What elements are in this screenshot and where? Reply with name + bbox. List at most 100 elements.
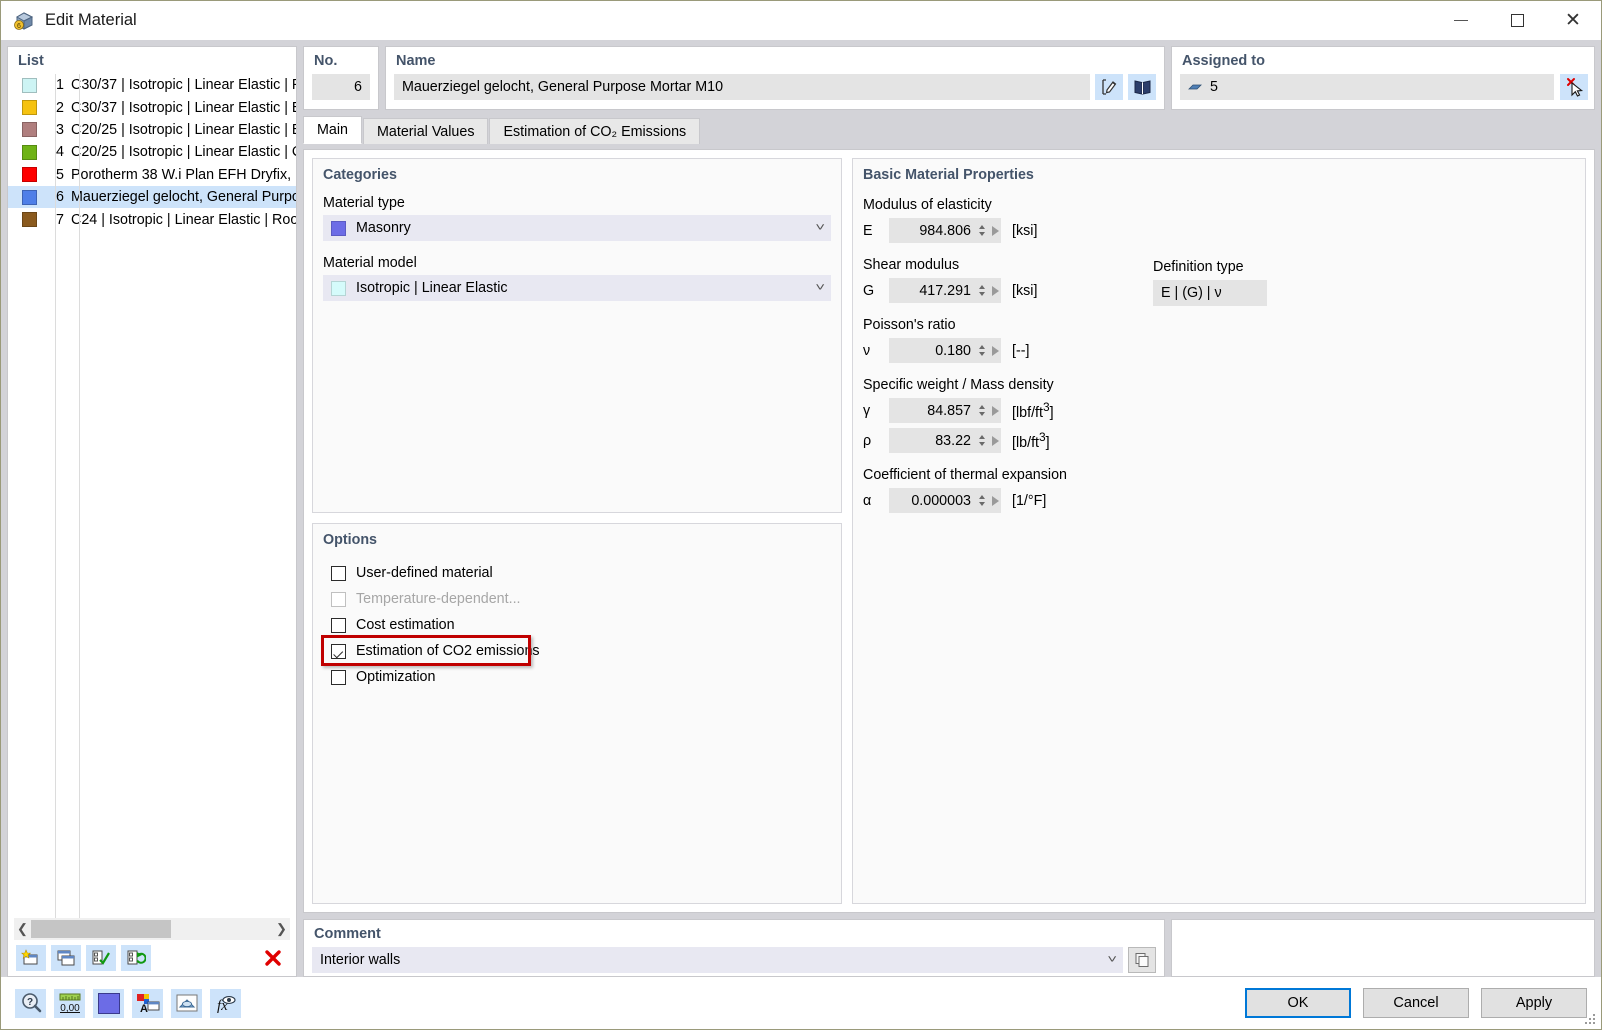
spinner-arrows-icon[interactable] bbox=[977, 345, 987, 356]
tab-material-values[interactable]: Material Values bbox=[363, 118, 489, 144]
scrollbar-thumb[interactable] bbox=[31, 920, 171, 938]
checkbox-unchecked-icon[interactable] bbox=[331, 617, 346, 633]
material-type-select[interactable]: Masonry ˅ bbox=[323, 215, 831, 241]
color-swatch-icon bbox=[97, 992, 120, 1014]
value: 0.180 bbox=[935, 342, 971, 359]
new-material-button[interactable] bbox=[16, 945, 46, 971]
color-button[interactable] bbox=[93, 988, 124, 1018]
tab-panel-main: Categories Material type Masonry ˅ Mater… bbox=[303, 149, 1595, 913]
modulus-of-elasticity-input[interactable]: 984.806 bbox=[889, 218, 1001, 243]
property-row-rho: ρ 83.22 [lb/ft3] bbox=[863, 428, 1575, 453]
mass-density-input[interactable]: 83.22 bbox=[889, 428, 1001, 453]
scrollbar-track[interactable] bbox=[31, 920, 273, 938]
spinner-arrows-icon[interactable] bbox=[977, 435, 987, 446]
properties-title: Basic Material Properties bbox=[863, 167, 1034, 183]
categories-title: Categories bbox=[323, 167, 397, 183]
list-item[interactable]: 2 C30/37 | Isotropic | Linear Elastic | … bbox=[8, 96, 296, 118]
list-item[interactable]: 5 Porotherm 38 W.i Plan EFH Dryfix, Maso… bbox=[8, 164, 296, 186]
list-item-number: 6 bbox=[56, 189, 64, 206]
list-item[interactable]: 3 C20/25 | Isotropic | Linear Elastic | … bbox=[8, 119, 296, 141]
edit-name-button[interactable] bbox=[1095, 74, 1123, 100]
option-estimation-of-co2-emissions[interactable]: Estimation of CO2 emissions bbox=[321, 635, 831, 666]
assigned-value-field[interactable]: 5 bbox=[1180, 74, 1554, 100]
spinner-arrows-icon[interactable] bbox=[977, 285, 987, 296]
name-input[interactable]: Mauerziegel gelocht, General Purpose Mor… bbox=[394, 74, 1090, 100]
material-type-value: Masonry bbox=[356, 220, 411, 236]
name-panel: Name Mauerziegel gelocht, General Purpos… bbox=[385, 46, 1165, 110]
surface-icon bbox=[1188, 82, 1202, 93]
refresh-selection-button[interactable] bbox=[121, 945, 151, 971]
expand-arrow-icon[interactable] bbox=[992, 225, 999, 236]
assigned-delete-button[interactable] bbox=[1560, 74, 1588, 100]
cancel-button[interactable]: Cancel bbox=[1363, 988, 1469, 1018]
expand-arrow-icon[interactable] bbox=[992, 435, 999, 446]
visibility-button[interactable] bbox=[171, 988, 202, 1018]
visibility-icon bbox=[176, 994, 197, 1011]
no-value-field[interactable]: 6 bbox=[312, 74, 370, 100]
help-button[interactable]: ? bbox=[15, 988, 46, 1018]
chevron-down-icon: ˅ bbox=[814, 282, 825, 294]
maximize-button[interactable] bbox=[1489, 1, 1545, 40]
material-model-select[interactable]: Isotropic | Linear Elastic ˅ bbox=[323, 275, 831, 301]
apply-button[interactable]: Apply bbox=[1481, 988, 1587, 1018]
expand-arrow-icon[interactable] bbox=[992, 345, 999, 356]
expand-arrow-icon[interactable] bbox=[992, 405, 999, 416]
spinner-arrows-icon[interactable] bbox=[977, 225, 987, 236]
tab-estimation-of-co2-emissions[interactable]: Estimation of CO₂ Emissions bbox=[489, 118, 701, 144]
comment-copy-button[interactable] bbox=[1128, 947, 1156, 973]
unit-ksi: [ksi] bbox=[1012, 222, 1038, 239]
value: 84.857 bbox=[927, 402, 971, 419]
list-item[interactable]: 7 C24 | Isotropic | Linear Elastic | Roo… bbox=[8, 208, 296, 230]
spinner-arrows-icon[interactable] bbox=[977, 405, 987, 416]
checkbox-unchecked-icon[interactable] bbox=[331, 669, 346, 685]
expand-arrow-icon[interactable] bbox=[992, 495, 999, 506]
ok-button[interactable]: OK bbox=[1245, 988, 1351, 1018]
svg-text:?: ? bbox=[26, 997, 32, 1008]
poissons-ratio-input[interactable]: 0.180 bbox=[889, 338, 1001, 363]
option-optimization[interactable]: Optimization bbox=[323, 664, 831, 690]
list-horizontal-scrollbar[interactable]: ❮ ❯ bbox=[14, 918, 290, 940]
spinner-arrows-icon[interactable] bbox=[977, 495, 987, 506]
list-item[interactable]: 4 C20/25 | Isotropic | Linear Elastic | … bbox=[8, 141, 296, 163]
list-item-selected[interactable]: 6 Mauerziegel gelocht, General Purpose M… bbox=[8, 185, 296, 209]
thermal-expansion-input[interactable]: 0.000003 bbox=[889, 488, 1001, 513]
list-item-number: 7 bbox=[56, 211, 64, 228]
copy-material-button[interactable] bbox=[51, 945, 81, 971]
expand-arrow-icon[interactable] bbox=[992, 285, 999, 296]
comment-select[interactable]: Interior walls ˅ bbox=[312, 947, 1123, 973]
material-library-button[interactable] bbox=[1128, 74, 1156, 100]
checkbox-checked-icon[interactable] bbox=[331, 643, 346, 659]
material-color-swatch bbox=[22, 77, 37, 93]
minimize-button[interactable] bbox=[1433, 1, 1489, 40]
specific-weight-input[interactable]: 84.857 bbox=[889, 398, 1001, 423]
tab-main[interactable]: Main bbox=[303, 116, 362, 144]
option-cost-estimation[interactable]: Cost estimation bbox=[323, 612, 831, 638]
checklist-check-icon bbox=[92, 950, 110, 965]
header-row: No. 6 Name Mauerziegel gelocht, General … bbox=[303, 46, 1595, 110]
definition-type-value[interactable]: E | (G) | ν bbox=[1153, 280, 1267, 306]
material-list[interactable]: 1 C30/37 | Isotropic | Linear Elastic | … bbox=[8, 74, 296, 918]
delete-material-button[interactable] bbox=[258, 945, 288, 971]
option-label: User-defined material bbox=[356, 565, 493, 581]
close-button[interactable]: ✕ bbox=[1545, 1, 1601, 40]
display-properties-button[interactable]: A bbox=[132, 988, 163, 1018]
coefficient-of-thermal-expansion-label: Coefficient of thermal expansion bbox=[863, 467, 1067, 483]
shear-modulus-input[interactable]: 417.291 bbox=[889, 278, 1001, 303]
options-group: Options User-defined material Temperatur… bbox=[312, 523, 842, 904]
material-model-value: Isotropic | Linear Elastic bbox=[356, 280, 508, 296]
option-user-defined-material[interactable]: User-defined material bbox=[323, 560, 831, 586]
apply-selection-button[interactable] bbox=[86, 945, 116, 971]
material-type-label: Material type bbox=[323, 195, 405, 211]
help-magnifier-icon: ? bbox=[21, 993, 41, 1013]
unit-dimensionless: [--] bbox=[1012, 342, 1030, 359]
chevron-right-icon[interactable]: ❯ bbox=[273, 921, 290, 937]
resize-grip[interactable] bbox=[1585, 1014, 1597, 1026]
name-field-row: Mauerziegel gelocht, General Purpose Mor… bbox=[386, 74, 1164, 100]
material-color-swatch bbox=[22, 122, 37, 138]
checkbox-unchecked-icon[interactable] bbox=[331, 565, 346, 581]
chevron-left-icon[interactable]: ❮ bbox=[14, 921, 31, 937]
units-button[interactable]: 0,00 bbox=[54, 988, 85, 1018]
list-item[interactable]: 1 C30/37 | Isotropic | Linear Elastic | … bbox=[8, 74, 296, 96]
assigned-count: 5 bbox=[1210, 79, 1218, 95]
formula-button[interactable]: fx bbox=[210, 988, 241, 1018]
